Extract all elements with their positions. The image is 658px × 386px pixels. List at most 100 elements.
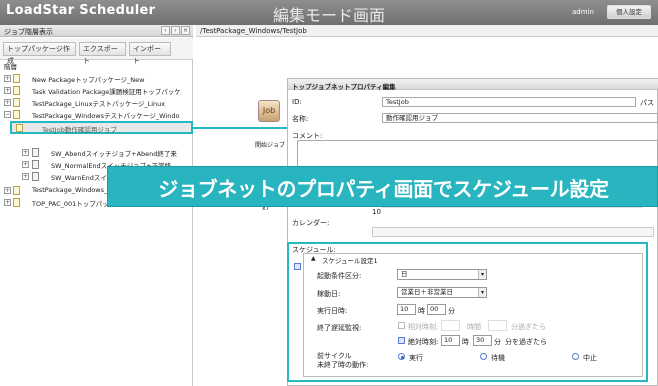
property-panel-title: トップジョブネットプロパティ編集 xyxy=(288,79,658,91)
abs-minute-input[interactable]: 30 xyxy=(473,335,492,346)
name-input[interactable]: 動作確認用ジョブ xyxy=(382,113,658,123)
expand-icon[interactable]: + xyxy=(4,87,11,94)
exec-time-label: 実行日時: xyxy=(317,307,348,315)
callout-text: ジョブネットのプロパティ画面でスケジュール設定 xyxy=(158,177,609,201)
comment-textarea[interactable] xyxy=(297,140,658,168)
exec-hour-input[interactable]: 10 xyxy=(397,304,416,315)
nav-next-button[interactable]: › xyxy=(171,26,180,35)
job-icon xyxy=(32,148,39,157)
expand-icon[interactable]: + xyxy=(4,75,11,82)
minute-unit: 分 xyxy=(448,307,455,315)
job-icon xyxy=(32,172,39,181)
start-condition-value: 日 xyxy=(401,270,408,278)
package-icon xyxy=(13,98,20,107)
hour-unit: 時 xyxy=(462,338,469,346)
collapse-icon[interactable]: − xyxy=(4,111,11,118)
tree-item-label: TestJob動作確認用ジョブ xyxy=(42,126,117,134)
expand-icon[interactable]: + xyxy=(22,161,29,168)
pane-title: ジョブ階層表示 xyxy=(4,28,53,36)
job-palette-button[interactable]: Job xyxy=(258,100,280,122)
delay-monitor-label: 終了遅延監視: xyxy=(317,324,362,332)
relative-after-label: 分過ぎたら xyxy=(511,323,546,331)
relative-time-label: 相対時刻: xyxy=(408,323,439,331)
hour-unit: 時 xyxy=(418,307,425,315)
chevron-down-icon: ▾ xyxy=(478,270,486,279)
package-icon xyxy=(13,86,20,95)
abs-hour-input[interactable]: 10 xyxy=(441,335,460,346)
radio-wait[interactable] xyxy=(480,353,487,360)
left-toolbar: トップパッケージ作成 エクスポート インポート xyxy=(0,38,193,65)
tree-item-selected[interactable]: TestJob動作確認用ジョブ xyxy=(10,121,193,134)
expand-icon[interactable]: + xyxy=(4,187,11,194)
expand-icon[interactable]: + xyxy=(22,149,29,156)
name-label: 名称: xyxy=(292,115,309,123)
breadcrumb: /TestPackage_Windows/TestJob xyxy=(196,25,658,37)
pane-header: ジョブ階層表示 ‹ › × xyxy=(0,25,193,37)
tree-item-label: TestPackage_Windows_11 xyxy=(32,186,116,194)
calendar-select[interactable] xyxy=(372,227,654,237)
nav-prev-button[interactable]: ‹ xyxy=(161,26,170,35)
time-fields xyxy=(381,207,643,217)
hierarchy-label: 階層 xyxy=(4,63,17,71)
id-input[interactable]: TestJob xyxy=(382,97,636,107)
calendar-label: カレンダー: xyxy=(292,219,330,227)
path-label: パス xyxy=(640,99,654,107)
job-icon xyxy=(32,160,39,169)
create-top-package-button[interactable]: トップパッケージ作成 xyxy=(3,42,76,65)
id-label: ID: xyxy=(292,98,302,106)
package-icon xyxy=(13,74,20,83)
radio-run[interactable] xyxy=(398,353,405,360)
app-header: LoadStar Scheduler 編集モード画面 admin 個人設定 xyxy=(0,0,658,25)
radio-stop[interactable] xyxy=(572,353,579,360)
start-condition-label: 起動条件区分: xyxy=(317,272,362,280)
import-button[interactable]: インポート xyxy=(129,42,171,65)
schedule-enable-checkbox[interactable] xyxy=(294,263,301,270)
tree-item[interactable]: − TestPackage_Windowsテストパッケージ_Windo xyxy=(0,109,193,120)
tree-item-label: TestPackage_Windowsテストパッケージ_Windo xyxy=(32,112,180,120)
radio-stop-label: 中止 xyxy=(583,354,597,362)
absolute-time-label: 絶対時刻: xyxy=(408,338,439,346)
tree-item[interactable]: + TestPackage_Linuxテストパッケージ_Linux xyxy=(0,97,193,108)
prev-cycle-label-2: 未終了時の動作: xyxy=(317,361,369,369)
minute-unit: 分 xyxy=(494,338,501,346)
package-icon xyxy=(13,186,20,195)
pane-close-button[interactable]: × xyxy=(181,26,190,35)
personal-settings-button[interactable]: 個人設定 xyxy=(607,5,651,19)
expand-icon[interactable]: + xyxy=(22,173,29,180)
package-icon xyxy=(13,110,20,119)
absolute-after-label: 分を過ぎたら xyxy=(505,338,547,346)
exec-minute-input[interactable]: 00 xyxy=(427,304,446,315)
user-name: admin xyxy=(572,8,594,16)
schedule-setting-label: スケジュール設定1 xyxy=(322,255,378,265)
callout-banner: ジョブネットのプロパティ画面でスケジュール設定 xyxy=(107,166,658,207)
relative-minute-input[interactable] xyxy=(488,320,507,331)
mode-title: 編集モード画面 xyxy=(272,6,385,25)
tree-item[interactable]: + New Packageトップパッケージ_New xyxy=(0,73,193,84)
tree-item-label: SW_Abendスイッチジョブ+Abend終了来 xyxy=(51,150,177,158)
time-prefix: 10 xyxy=(372,208,381,216)
operation-day-label: 稼動日: xyxy=(317,290,341,298)
operation-day-value: 営業日＋非営業日 xyxy=(401,288,453,296)
tree-item-label: Task Validation Package課題検証用トップパッケ xyxy=(32,88,181,96)
start-job-label: 開始ジョブ xyxy=(255,142,286,149)
relative-time-checkbox[interactable] xyxy=(398,322,405,329)
tree-item-label: TestPackage_Linuxテストパッケージ_Linux xyxy=(32,100,166,108)
expand-icon[interactable]: + xyxy=(4,99,11,106)
expand-icon[interactable]: + xyxy=(4,199,11,206)
tree-item[interactable]: + Task Validation Package課題検証用トップパッケ xyxy=(0,85,193,96)
relative-hour-input[interactable] xyxy=(441,320,460,331)
job-icon xyxy=(16,124,23,132)
start-condition-select[interactable]: 日 ▾ xyxy=(397,269,487,280)
export-button[interactable]: エクスポート xyxy=(79,42,126,65)
package-icon xyxy=(13,198,20,207)
tree-item[interactable]: + SW_Abendスイッチジョブ+Abend終了来 xyxy=(0,147,193,158)
tree-item-label: New Packageトップパッケージ_New xyxy=(32,76,145,84)
collapse-toggle-icon[interactable]: ▲ xyxy=(309,255,318,262)
relative-hours-unit: 時間 xyxy=(467,323,481,331)
operation-day-select[interactable]: 営業日＋非営業日 ▾ xyxy=(397,287,487,298)
radio-wait-label: 待機 xyxy=(491,354,505,362)
job-tree: + New Packageトップパッケージ_New + Task Validat… xyxy=(0,71,193,231)
radio-run-label: 実行 xyxy=(409,354,423,362)
absolute-time-checkbox[interactable] xyxy=(398,337,405,344)
chevron-down-icon: ▾ xyxy=(478,288,486,297)
